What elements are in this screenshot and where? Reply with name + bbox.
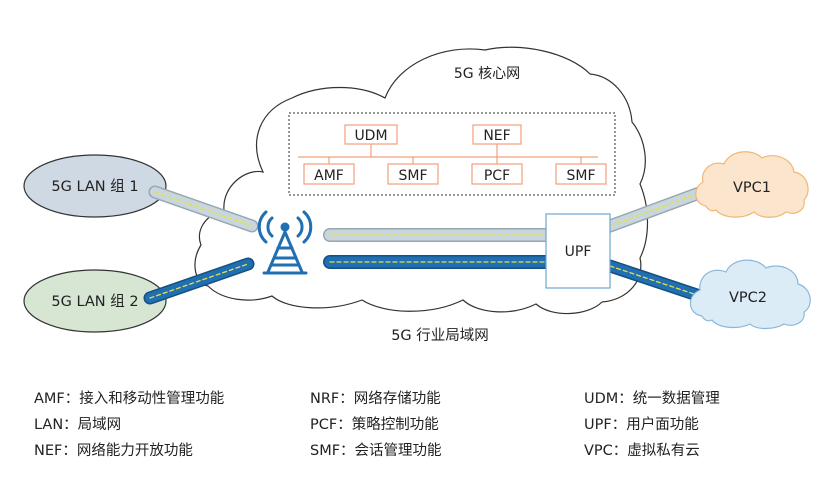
legend-item: LAN：局域网	[34, 417, 122, 433]
nf-smf-2: SMF	[555, 163, 607, 185]
lan-group-1: 5G LAN 组 1	[23, 154, 167, 218]
svg-text:UDM: UDM	[354, 128, 387, 144]
legend-item: UDM：统一数据管理	[584, 391, 720, 407]
nf-amf: AMF	[303, 163, 355, 185]
svg-text:5G LAN 组 1: 5G LAN 组 1	[51, 178, 138, 195]
legend-item: NEF：网络能力开放功能	[34, 443, 193, 459]
svg-text:UPF: UPF	[565, 244, 592, 260]
legend-column-3: UDM：统一数据管理 UPF：用户面功能 VPC：虚拟私有云	[584, 386, 720, 464]
legend-item: VPC：虚拟私有云	[584, 443, 700, 459]
svg-text:SMF: SMF	[566, 168, 595, 184]
legend-column-1: AMF：接入和移动性管理功能 LAN：局域网 NEF：网络能力开放功能	[34, 386, 224, 464]
svg-text:VPC2: VPC2	[729, 290, 767, 306]
nf-smf-1: SMF	[387, 163, 439, 185]
vpc2-cloud: VPC2	[689, 259, 811, 330]
svg-text:AMF: AMF	[314, 168, 344, 184]
core-network-title: 5G 核心网	[454, 66, 520, 82]
legend-item: UPF：用户面功能	[584, 417, 699, 433]
svg-text:NEF: NEF	[483, 128, 510, 144]
nf-udm: UDM	[344, 124, 398, 145]
legend: AMF：接入和移动性管理功能 LAN：局域网 NEF：网络能力开放功能 NRF：…	[0, 386, 838, 482]
legend-item: SMF：会话管理功能	[310, 443, 442, 459]
svg-text:5G LAN 组 2: 5G LAN 组 2	[51, 293, 138, 310]
legend-item: PCF：策略控制功能	[310, 417, 439, 433]
svg-text:VPC1: VPC1	[733, 180, 771, 196]
svg-text:PCF: PCF	[484, 168, 510, 184]
nf-nef: NEF	[472, 124, 522, 145]
nf-pcf: PCF	[471, 163, 523, 185]
legend-column-2: NRF：网络存储功能 PCF：策略控制功能 SMF：会话管理功能	[310, 386, 442, 464]
legend-item: NRF：网络存储功能	[310, 391, 441, 407]
industry-lan-label: 5G 行业局域网	[391, 327, 489, 344]
upf-box: UPF	[545, 213, 611, 289]
svg-text:SMF: SMF	[398, 168, 427, 184]
network-diagram: 5G 核心网 UDM NEF AMF SMF PCF SMF 5G LAN 组 …	[23, 46, 811, 344]
legend-item: AMF：接入和移动性管理功能	[34, 391, 225, 407]
vpc1-cloud: VPC1	[695, 151, 809, 218]
